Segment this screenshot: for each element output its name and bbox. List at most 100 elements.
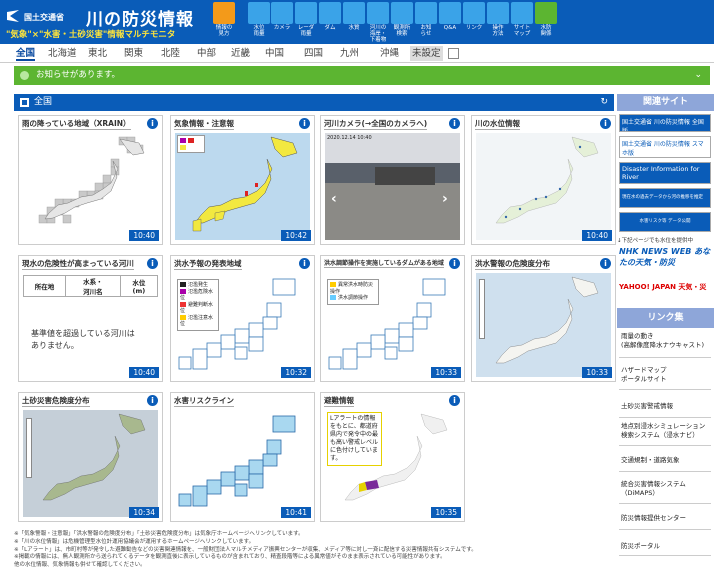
banner-nhk[interactable]: NHK NEWS WEB あなたの天気・防災 (619, 246, 711, 274)
region-tab-10[interactable]: 沖縄 (380, 46, 399, 61)
prev-camera-icon[interactable]: ‹ (331, 192, 343, 206)
info-icon[interactable]: i (449, 118, 460, 129)
banner-kawabou-mobile[interactable]: 国土交通省 川の防災情報 スマホ版 (619, 136, 711, 158)
card-title[interactable]: 河川カメラ(→全国のカメラへ) (324, 118, 428, 130)
operation-button[interactable]: 操作 方法 (486, 2, 510, 42)
card-title[interactable]: 水害リスクライン (174, 395, 234, 407)
info-icon[interactable]: i (147, 395, 158, 406)
region-tab-8[interactable]: 四国 (304, 46, 323, 61)
card-weather-warnings[interactable]: 気象情報・注意報 i 10:42 (170, 115, 315, 245)
region-tab-5[interactable]: 中部 (197, 46, 216, 61)
card-xrain[interactable]: 雨の降っている地域（XRAIN） i 10:40 (18, 115, 163, 245)
info-icon[interactable]: i (147, 118, 158, 129)
info-icon[interactable]: i (299, 118, 310, 129)
footer-note: 他の水位情報、気象情報も併せて確認してください。 (14, 562, 146, 569)
info-icon[interactable]: i (449, 395, 460, 406)
info-icon[interactable]: i (600, 258, 611, 269)
link-sediment-warning[interactable]: 土砂災害警戒情報 (619, 396, 711, 418)
header-icon-label: Q&A (443, 25, 457, 31)
site-subtitle: "気象"×"水害・土砂災害"情報マルチモニタ (6, 30, 176, 40)
card-risk-line[interactable]: 水害リスクライン 10:41 (170, 392, 315, 522)
banner-risk-data[interactable]: 水害リスク等 データ公開 (619, 212, 711, 232)
card-title[interactable]: 洪水調節操作を実施しているダムがある地域 (324, 258, 444, 268)
link-traffic[interactable]: 交通規制・道路気象 (619, 450, 711, 472)
card-dam-control[interactable]: 洪水調節操作を実施しているダムがある地域 i 異常洪水時防災操作 洪水調節操作 … (320, 255, 465, 382)
sitemap-button[interactable]: サイト マップ (510, 2, 534, 42)
card-title[interactable]: 洪水予報の発表地域 (174, 258, 242, 270)
zoom-slider[interactable] (479, 279, 485, 339)
region-tab-1[interactable]: 北海道 (48, 46, 77, 61)
refresh-icon[interactable]: ↻ (600, 94, 608, 111)
card-title[interactable]: 雨の降っている地域（XRAIN） (22, 118, 131, 130)
dam-map: 異常洪水時防災操作 洪水調節操作 (325, 273, 460, 377)
site-logo[interactable]: 国土交通省 川の防災情報 "気象"×"水害・土砂災害"情報マルチモニタ (4, 4, 204, 40)
region-tab-11[interactable]: 未設定 (410, 46, 443, 61)
banner-yahoo[interactable]: YAHOO! JAPAN 天気・災害 (619, 278, 711, 298)
banner-past-data[interactable]: 現在水の過去データから河の推移を推定 (619, 188, 711, 208)
notice-button[interactable]: お知 らせ (414, 2, 438, 42)
card-sediment-risk[interactable]: 土砂災害危険度分布 i 10:34 (18, 392, 163, 522)
zoom-slider[interactable] (26, 418, 32, 478)
japan-flood-risk-map (495, 276, 599, 364)
camera-button[interactable]: カメラ (270, 2, 294, 42)
evacuation-map: Lアラートの情報をもとに、都道府県内で発令中の最も高い警戒レベルに色付けしていま… (325, 410, 460, 517)
flood-forecast-map: 氾濫発生 氾濫危険水位 避難判断水位 氾濫注意水位 (175, 273, 310, 377)
card-flood-forecast[interactable]: 洪水予報の発表地域 i 氾濫発生 氾濫危険水位 避難判断水位 氾濫注意水位 10… (170, 255, 315, 382)
link-disaster-center[interactable]: 防災情報提供センター (619, 508, 711, 530)
card-title[interactable]: 避難情報 (324, 395, 354, 407)
card-rivers-risk[interactable]: 現水の危険性が高まっている河川 i 所在地 水系・ 河川名 水位 (m) 基準値… (18, 255, 163, 382)
provider-note: ↓下記ページでも水位を提供中 (617, 238, 693, 244)
region-settings-icon[interactable] (448, 48, 459, 59)
card-flood-risk[interactable]: 洪水警報の危険度分布 i 10:33 (471, 255, 616, 382)
header-icon-label: 河川の 海岸・ 下着物 (369, 25, 387, 43)
link-hazard-map[interactable]: ハザードマップ ポータルサイト (619, 362, 711, 390)
dam-button[interactable]: ダム (318, 2, 342, 42)
related-sites-title: 関連サイト (617, 94, 714, 111)
info-icon[interactable]: i (299, 258, 310, 269)
info-button[interactable]: 情報の 見方 (212, 2, 236, 42)
banner-disaster-info-en[interactable]: Disaster Information for River (619, 162, 711, 184)
region-tabs: 全国 北海道 東北 関東 北陸 中部 近畿 中国 四国 九州 沖縄 未設定 (0, 44, 714, 63)
link-icon (463, 2, 485, 24)
card-water-level[interactable]: 川の水位情報 i 10:40 (471, 115, 616, 245)
observatory-button[interactable]: 観測所 検索 (390, 2, 414, 42)
region-tab-6[interactable]: 近畿 (231, 46, 250, 61)
link-dimaps[interactable]: 統合災害情報システム （DiMAPS） (619, 476, 711, 504)
region-tab-3[interactable]: 関東 (124, 46, 143, 61)
water-level-button[interactable]: 水位 雨量 (247, 2, 271, 42)
card-river-camera[interactable]: 河川カメラ(→全国のカメラへ) i 2020.12.14 10:40 ‹ › (320, 115, 465, 245)
link-button[interactable]: リンク (462, 2, 486, 42)
site-title: 川の防災情報 (86, 10, 194, 30)
region-tab-0[interactable]: 全国 (16, 46, 36, 61)
region-tab-7[interactable]: 中国 (265, 46, 284, 61)
region-tab-4[interactable]: 北陸 (161, 46, 180, 61)
update-time: 10:33 (582, 367, 612, 378)
card-evacuation[interactable]: 避難情報 i Lアラートの情報をもとに、都道府県内で発令中の最も高い警戒レベルに… (320, 392, 465, 522)
disaster-button[interactable]: 水防 関係 (534, 2, 558, 42)
dam-icon (319, 2, 341, 24)
card-title[interactable]: 土砂災害危険度分布 (22, 395, 90, 407)
river-search-button[interactable]: 河川の 海岸・ 下着物 (366, 2, 390, 43)
col-river: 水系・ 河川名 (65, 275, 121, 297)
next-camera-icon[interactable]: › (442, 192, 454, 206)
link-rain-nowcast[interactable]: 雨量の動き (高解像度降水ナウキャスト) (619, 332, 711, 358)
notice-bar[interactable]: お知らせがあります。 ⌄ (14, 66, 710, 85)
water-quality-button[interactable]: 水質 (342, 2, 366, 42)
section-title: 全国 (34, 97, 53, 107)
radar-button[interactable]: レーダ 雨量 (294, 2, 318, 42)
qa-button[interactable]: Q&A (438, 2, 462, 42)
card-title[interactable]: 気象情報・注意報 (174, 118, 234, 130)
info-icon[interactable]: i (147, 258, 158, 269)
info-icon[interactable]: i (600, 118, 611, 129)
region-tab-2[interactable]: 東北 (88, 46, 107, 61)
region-tab-9[interactable]: 九州 (340, 46, 359, 61)
flood-risk-map (476, 273, 611, 377)
card-title[interactable]: 洪水警報の危険度分布 (475, 258, 550, 270)
header-icon-label: リンク (465, 25, 483, 31)
chevron-down-icon[interactable]: ⌄ (694, 66, 702, 85)
info-icon[interactable]: i (449, 258, 460, 269)
link-flood-simulation[interactable]: 地点別浸水シミュレーション 検索システム（浸水ナビ） (619, 420, 711, 446)
card-title[interactable]: 川の水位情報 (475, 118, 520, 130)
banner-kawabou-national[interactable]: 国土交通省 川の防災情報 全国版 (619, 114, 711, 132)
card-title[interactable]: 現水の危険性が高まっている河川 (22, 258, 134, 270)
